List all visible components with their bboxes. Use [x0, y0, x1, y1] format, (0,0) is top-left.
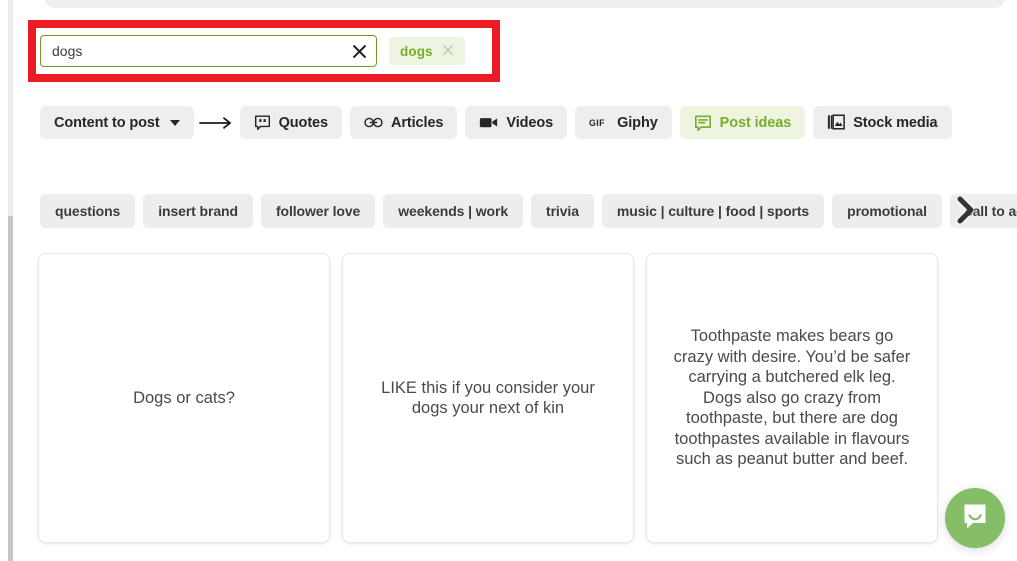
filter-stock-media-label: Stock media	[853, 114, 938, 131]
gif-icon: GIF	[589, 117, 609, 129]
applied-tag-chip[interactable]: dogs	[389, 37, 465, 65]
filter-giphy[interactable]: GIF Giphy	[575, 106, 672, 139]
idea-cards-grid: Dogs or cats? LIKE this if you consider …	[38, 253, 978, 561]
filter-articles[interactable]: Articles	[349, 106, 458, 139]
category-chip-label: music | culture | food | sports	[616, 203, 810, 219]
filter-post-ideas[interactable]: Post ideas	[679, 106, 806, 139]
filter-quotes[interactable]: Quotes	[239, 106, 342, 139]
category-chips-row: questions insert brand follower love wee…	[40, 194, 1017, 228]
filter-stock-media[interactable]: Stock media	[813, 106, 952, 139]
search-row: dogs	[40, 35, 465, 67]
category-chip[interactable]: promotional	[832, 194, 942, 228]
video-camera-icon	[479, 115, 498, 130]
arrow-right-icon	[194, 116, 240, 130]
content-to-post-dropdown[interactable]: Content to post	[40, 106, 194, 139]
category-chip[interactable]: music | culture | food | sports	[601, 194, 825, 228]
content-to-post-label: Content to post	[54, 114, 160, 131]
idea-card[interactable]: Toothpaste makes bears go crazy with des…	[646, 253, 938, 543]
category-chip[interactable]: follower love	[260, 194, 376, 228]
filter-videos[interactable]: Videos	[465, 106, 568, 139]
category-chip-label: weekends | work	[398, 203, 509, 219]
applied-tag-remove-icon[interactable]	[442, 44, 454, 58]
svg-text:GIF: GIF	[589, 118, 605, 128]
idea-card-text: LIKE this if you consider your dogs your…	[381, 378, 595, 418]
filter-giphy-label: Giphy	[617, 114, 658, 131]
filter-post-ideas-label: Post ideas	[719, 114, 792, 131]
search-clear-icon[interactable]	[348, 40, 370, 62]
idea-card[interactable]: LIKE this if you consider your dogs your…	[342, 253, 634, 543]
support-chat-launcher[interactable]	[945, 488, 1005, 548]
category-chip-label: questions	[55, 203, 121, 219]
page-scrollbar-thumb[interactable]	[8, 216, 13, 561]
filter-articles-label: Articles	[390, 114, 444, 131]
quote-bubble-icon	[254, 114, 271, 131]
search-field[interactable]	[40, 35, 377, 67]
chevron-right-icon	[954, 195, 978, 230]
top-panel-partial	[44, 0, 1006, 8]
idea-card-text: Toothpaste makes bears go crazy with des…	[673, 327, 911, 469]
chips-next-button[interactable]	[945, 190, 987, 234]
image-stack-icon	[827, 113, 846, 132]
chevron-down-icon	[169, 119, 180, 126]
chat-lines-icon	[694, 114, 712, 132]
filter-videos-label: Videos	[506, 114, 554, 131]
app-root: dogs Content to post	[0, 0, 1017, 561]
category-chip[interactable]: insert brand	[143, 194, 253, 228]
idea-card-text: Dogs or cats?	[133, 388, 235, 407]
category-chip-label: trivia	[546, 203, 579, 219]
category-chip-label: follower love	[275, 203, 361, 219]
category-chip-label: promotional	[847, 203, 927, 219]
category-chip[interactable]: weekends | work	[383, 194, 524, 228]
link-chain-icon	[364, 114, 383, 131]
category-chip-label: insert brand	[158, 203, 238, 219]
content-filter-toolbar: Content to post Quotes Articles Videos G…	[40, 106, 952, 139]
search-input[interactable]	[41, 36, 376, 66]
chat-smile-bubble-icon	[960, 501, 990, 536]
filter-quotes-label: Quotes	[278, 114, 328, 131]
category-chip[interactable]: questions	[40, 194, 136, 228]
applied-tag-label: dogs	[400, 43, 433, 59]
idea-card[interactable]: Dogs or cats?	[38, 253, 330, 543]
category-chip[interactable]: trivia	[531, 194, 594, 228]
